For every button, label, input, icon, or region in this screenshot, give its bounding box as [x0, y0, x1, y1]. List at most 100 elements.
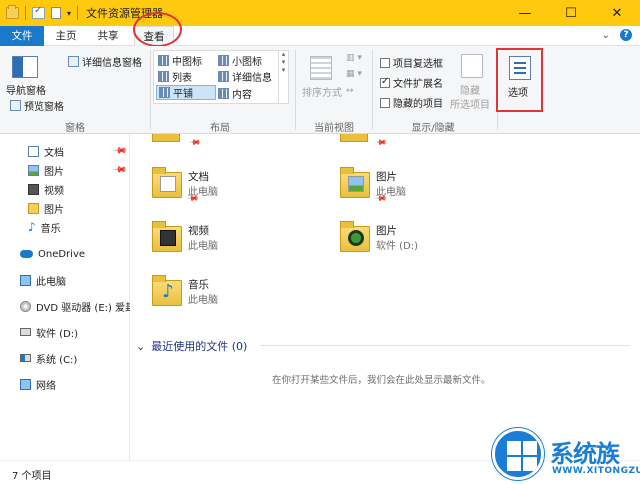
- layout-gallery-scroll[interactable]: ▴ ▾ ▾: [278, 50, 288, 104]
- nav-item-label: 音乐: [40, 223, 61, 235]
- nav-item-documents[interactable]: 文档: [28, 142, 64, 160]
- nav-item-this-pc[interactable]: 此电脑: [20, 271, 66, 289]
- tile-location: 此电脑: [188, 241, 218, 252]
- section-divider: [260, 345, 630, 346]
- properties-icon[interactable]: [32, 5, 45, 19]
- tab-home[interactable]: 主页: [46, 26, 86, 46]
- tile-name: 音乐: [188, 279, 209, 291]
- details-pane-icon: [68, 56, 79, 67]
- nav-item-onedrive[interactable]: OneDrive: [20, 245, 85, 263]
- sort-by-label: 排序方式: [302, 88, 342, 99]
- onedrive-icon: [20, 250, 33, 258]
- content-pane: 📌 📌 文档 此电脑 📌 图片 此电脑 📌 视频 此电脑 图片 软件 (D:) …: [130, 134, 640, 460]
- layout-medium-icons[interactable]: 中图标: [158, 53, 202, 68]
- nav-item-label: 此电脑: [36, 276, 66, 288]
- navigation-pane: 文档 📌 图片 📌 视频 图片 ♪ 音乐 OneDrive 此电脑 DVD 驱动…: [0, 134, 135, 460]
- file-extensions-toggle[interactable]: 文件扩展名: [380, 75, 443, 90]
- preview-pane-button[interactable]: 预览窗格: [10, 98, 64, 113]
- nav-item-label: 软件 (D:): [36, 328, 79, 340]
- folder-tile-music[interactable]: ♪ 音乐 此电脑: [152, 272, 332, 318]
- sort-by-icon[interactable]: [310, 56, 332, 80]
- details-pane-button[interactable]: 详细信息窗格: [68, 54, 142, 69]
- new-folder-icon[interactable]: [51, 7, 61, 19]
- window-controls: — ☐ ✕: [502, 0, 640, 26]
- hide-selected-button-line2[interactable]: 所选项目: [450, 96, 490, 111]
- navigation-pane-icon[interactable]: [12, 56, 38, 78]
- nav-item-drive-d[interactable]: 软件 (D:): [20, 323, 78, 341]
- layout-list[interactable]: 列表: [158, 69, 192, 84]
- dvd-drive-icon: [20, 300, 31, 312]
- tiles-icon: [159, 87, 170, 98]
- disc-overlay: [348, 230, 364, 246]
- pictures-drive-folder-icon: [340, 218, 370, 256]
- chevron-down-icon[interactable]: ⌄: [136, 340, 145, 353]
- video-overlay: [160, 230, 176, 246]
- folder-tile-pictures-d[interactable]: 图片 软件 (D:): [340, 218, 520, 264]
- tab-share[interactable]: 共享: [88, 26, 128, 46]
- nav-item-network[interactable]: 网络: [20, 375, 56, 393]
- maximize-button[interactable]: ☐: [548, 0, 594, 26]
- recent-files-header[interactable]: ⌄ 最近使用的文件 (0): [136, 338, 247, 354]
- hide-selected-label: 隐藏: [460, 86, 480, 97]
- help-icon[interactable]: ?: [620, 29, 632, 41]
- details-pane-label: 详细信息窗格: [82, 58, 142, 69]
- folder-tile-documents[interactable]: 文档 此电脑 📌: [152, 164, 332, 210]
- file-extensions-label: 文件扩展名: [393, 79, 443, 90]
- pin-icon[interactable]: 📌: [112, 162, 127, 177]
- folder-icon: [28, 202, 39, 214]
- pictures-icon: [28, 164, 39, 176]
- folder-tile-videos[interactable]: 视频 此电脑: [152, 218, 332, 264]
- nav-item-music[interactable]: ♪ 音乐: [28, 218, 61, 236]
- pin-icon: 📌: [374, 135, 388, 150]
- customize-toolbar-icon[interactable]: ▾: [67, 9, 71, 18]
- navigation-pane-button[interactable]: 导航窗格: [6, 82, 46, 97]
- group-by-button[interactable]: ▥ ▾: [346, 53, 362, 63]
- group-label-show-hide: 显示/隐藏: [411, 123, 455, 134]
- document-overlay: [160, 176, 176, 192]
- layout-content-label: 内容: [232, 90, 252, 101]
- layout-small-icons-label: 小图标: [232, 57, 262, 68]
- nav-item-label: 图片: [44, 166, 64, 178]
- ribbon-right-controls: ⌄ ?: [602, 29, 632, 41]
- nav-item-drive-c[interactable]: 系统 (C:): [20, 349, 77, 367]
- preview-pane-icon: [10, 100, 21, 111]
- hidden-items-checkbox[interactable]: [380, 97, 390, 108]
- ribbon: 导航窗格 详细信息窗格 预览窗格 窗格 中图标 小图标 列表 详细信息 平铺 内…: [0, 46, 640, 134]
- size-columns-button[interactable]: ↔: [346, 86, 354, 96]
- nav-item-videos[interactable]: 视频: [28, 180, 64, 198]
- sort-by-button[interactable]: 排序方式: [302, 84, 342, 99]
- layout-content[interactable]: 内容: [218, 86, 252, 101]
- highlight-rectangle: [496, 48, 543, 112]
- ribbon-tabs: 文件 主页 共享 查看 ⌄ ?: [0, 26, 640, 46]
- file-extensions-checkbox[interactable]: [380, 76, 390, 88]
- item-checkboxes-toggle[interactable]: 项目复选框: [380, 55, 443, 70]
- nav-item-dvd-drive[interactable]: DVD 驱动器 (E:) 爱封: [20, 297, 135, 315]
- add-columns-button[interactable]: ▦ ▾: [346, 69, 362, 79]
- hide-selected-icon[interactable]: [461, 54, 483, 78]
- nav-item-label: OneDrive: [38, 248, 86, 260]
- toolbar-divider: [25, 6, 26, 20]
- item-checkboxes-checkbox[interactable]: [380, 57, 390, 68]
- group-label-panes: 窗格: [65, 123, 85, 134]
- group-label-current-view: 当前视图: [314, 123, 354, 134]
- close-button[interactable]: ✕: [594, 0, 640, 26]
- expand-ribbon-icon[interactable]: ⌄: [602, 30, 610, 41]
- tab-file[interactable]: 文件: [0, 26, 44, 46]
- system-drive-icon: [20, 354, 31, 362]
- document-icon: [28, 145, 39, 157]
- layout-tiles[interactable]: 平铺: [156, 85, 216, 100]
- minimize-button[interactable]: —: [502, 0, 548, 26]
- layout-small-icons[interactable]: 小图标: [218, 53, 262, 68]
- hidden-items-toggle[interactable]: 隐藏的项目: [380, 95, 443, 110]
- videos-folder-icon: [152, 218, 182, 256]
- layout-details[interactable]: 详细信息: [218, 69, 272, 84]
- title-bar: ▾ 文件资源管理器 — ☐ ✕: [0, 0, 640, 26]
- hide-selected-button[interactable]: 隐藏: [460, 82, 480, 97]
- pin-icon[interactable]: 📌: [112, 143, 127, 158]
- list-icon: [158, 71, 169, 82]
- nav-item-pictures[interactable]: 图片: [28, 161, 64, 179]
- folder-tile-pictures[interactable]: 图片 此电脑 📌: [340, 164, 520, 210]
- tile-name: 视频: [188, 225, 209, 237]
- small-icons-icon: [218, 55, 229, 66]
- nav-item-pictures-folder[interactable]: 图片: [28, 199, 64, 217]
